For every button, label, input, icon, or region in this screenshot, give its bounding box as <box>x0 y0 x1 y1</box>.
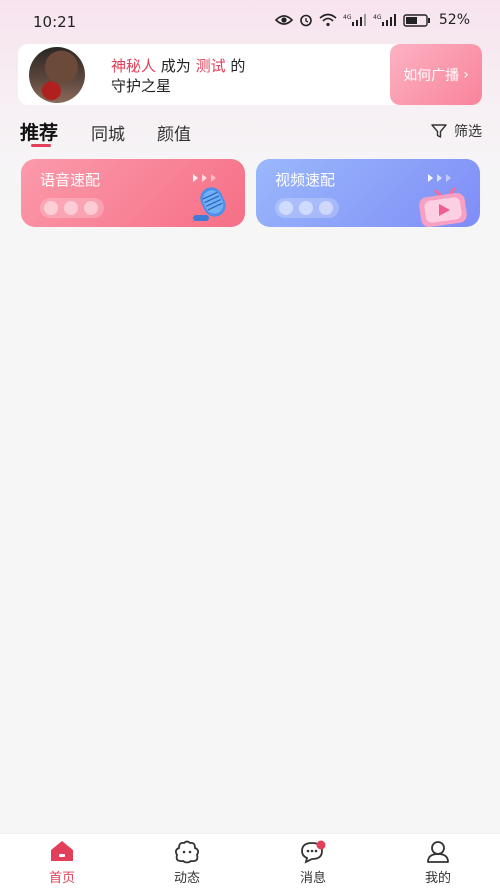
banner-line2: 守护之星 <box>111 77 172 95</box>
category-tabs: 推荐 同城 颜值 筛选 <box>20 118 482 152</box>
svg-text:4G: 4G <box>373 14 382 21</box>
battery-percent: 52% <box>438 12 470 28</box>
forward-arrows-icon <box>193 174 216 182</box>
avatar[interactable] <box>29 47 85 103</box>
signal-4g-icon-2: 4G <box>373 14 396 26</box>
filter-icon <box>431 124 447 138</box>
tab-active-indicator <box>31 144 51 147</box>
status-time: 10:21 <box>33 13 77 31</box>
user-dot-2 <box>64 201 78 215</box>
home-icon <box>51 841 73 861</box>
video-match-label: 视频速配 <box>275 171 336 189</box>
signal-4g-icon: 4G <box>343 14 366 26</box>
nav-home[interactable]: 首页 <box>22 840 102 886</box>
voice-match-card[interactable]: 语音速配 <box>21 159 245 227</box>
filter-button[interactable]: 筛选 <box>431 121 482 141</box>
online-users-group <box>275 198 339 218</box>
moments-icon <box>174 840 200 864</box>
user-dot-1 <box>44 201 58 215</box>
status-icons: 4G 4G 52% <box>274 12 470 28</box>
chevron-right-icon: › <box>463 66 469 83</box>
nav-messages[interactable]: 消息 <box>273 840 353 886</box>
nav-moments[interactable]: 动态 <box>147 840 227 886</box>
tv-play-icon <box>419 187 467 227</box>
banner-user-name: 神秘人 <box>111 57 157 75</box>
filter-label: 筛选 <box>454 124 482 140</box>
nav-profile[interactable]: 我的 <box>398 840 478 886</box>
wifi-icon <box>319 13 337 27</box>
user-dot-3 <box>319 201 333 215</box>
microphone-icon <box>193 187 226 221</box>
video-match-card[interactable]: 视频速配 <box>256 159 480 227</box>
alarm-icon <box>300 14 312 27</box>
battery-icon <box>403 13 430 27</box>
message-icon <box>301 840 326 864</box>
banner-middle-text: 成为 <box>160 57 191 75</box>
banner-text: 神秘人 成为 测试 的 守护之星 <box>111 56 245 96</box>
banner-target-name: 测试 <box>195 57 226 75</box>
online-users-group <box>40 198 104 218</box>
user-dot-1 <box>279 201 293 215</box>
profile-icon <box>427 841 449 863</box>
voice-match-label: 语音速配 <box>40 171 101 189</box>
nav-profile-label: 我的 <box>424 871 451 886</box>
tab-nearby[interactable]: 同城 <box>91 120 125 145</box>
nav-moments-label: 动态 <box>173 871 200 886</box>
bottom-navigation: 首页 动态 消息 我的 <box>0 833 500 889</box>
nav-home-label: 首页 <box>48 871 75 886</box>
banner-suffix-text: 的 <box>230 57 246 75</box>
tab-looks[interactable]: 颜值 <box>157 120 191 145</box>
nav-messages-label: 消息 <box>299 871 326 886</box>
status-bar: 10:21 4G 4G 52% <box>0 0 500 44</box>
eye-icon <box>274 15 293 25</box>
svg-text:4G: 4G <box>343 14 352 21</box>
how-to-broadcast-button[interactable]: 如何广播 › <box>390 44 482 105</box>
tab-recommended[interactable]: 推荐 <box>20 118 58 145</box>
guardian-banner[interactable]: 神秘人 成为 测试 的 守护之星 如何广播 › <box>18 44 482 105</box>
user-dot-2 <box>299 201 313 215</box>
user-dot-3 <box>84 201 98 215</box>
broadcast-button-label: 如何广播 <box>403 67 460 84</box>
